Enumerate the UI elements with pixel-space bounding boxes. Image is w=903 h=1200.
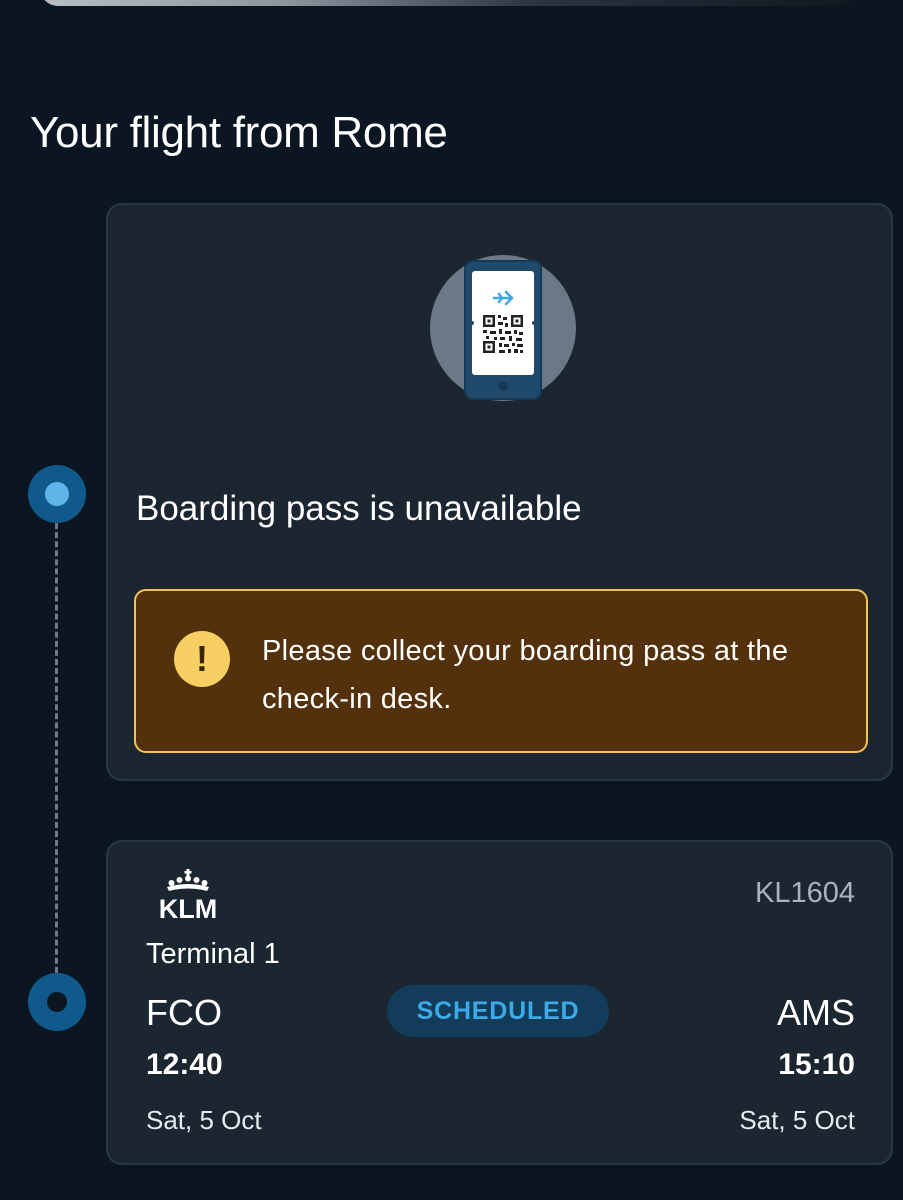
flight-status-badge: SCHEDULED: [387, 985, 609, 1037]
flight-card[interactable]: KLM KL1604 Terminal 1 FCO SCHEDULED AMS …: [106, 840, 893, 1165]
klm-logo: KLM: [159, 869, 217, 920]
departure-time: 12:40: [146, 1048, 223, 1081]
flight-number: KL1604: [755, 877, 855, 909]
origin-airport-code: FCO: [146, 992, 222, 1033]
klm-logo-text: KLM: [159, 894, 217, 920]
arrival-date: Sat, 5 Oct: [739, 1105, 855, 1135]
boarding-pass-alert: ! Please collect your boarding pass at t…: [134, 589, 868, 753]
timeline-line: [55, 505, 58, 1000]
timeline-dot-flight: [28, 973, 86, 1031]
page-title: Your flight from Rome: [30, 108, 448, 157]
destination-airport-code: AMS: [776, 992, 855, 1033]
boarding-pass-card: Boarding pass is unavailable ! Please co…: [106, 203, 893, 781]
boarding-pass-status-title: Boarding pass is unavailable: [136, 489, 582, 528]
departure-date: Sat, 5 Oct: [146, 1105, 262, 1135]
phone-boarding-pass-qr-icon: [430, 255, 576, 401]
alert-message: Please collect your boarding pass at the…: [262, 635, 789, 715]
timeline-dot-boarding: [28, 465, 86, 523]
arrival-time: 15:10: [778, 1048, 855, 1081]
terminal-label: Terminal 1: [146, 938, 280, 970]
top-sheet-edge: [40, 0, 863, 6]
exclamation-icon: !: [174, 631, 230, 687]
